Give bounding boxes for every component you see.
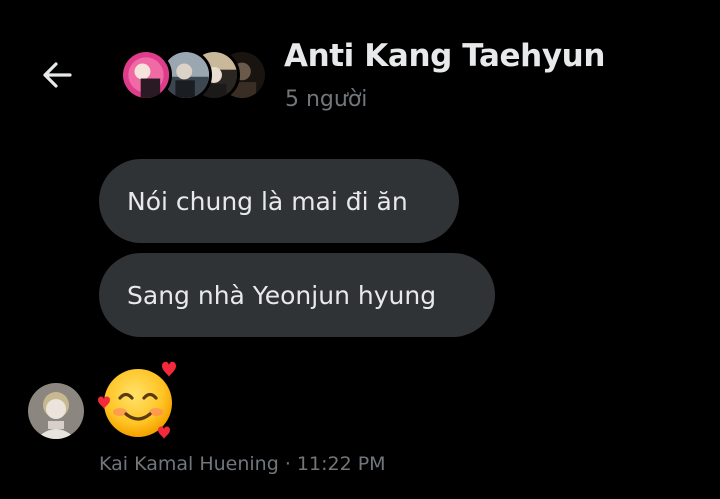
sender-name[interactable]: Kai Kamal Huening [99,453,279,475]
member-avatar [120,49,172,101]
smiling-face-with-hearts-icon [98,361,176,439]
sender-avatar[interactable] [28,383,84,439]
conversation-title[interactable]: Anti Kang Taehyun [284,38,605,74]
group-avatars[interactable] [120,48,268,102]
arrow-left-icon [43,62,72,88]
member-count[interactable]: 5 người [285,87,367,112]
message-text: Nói chung là mai đi ăn [127,186,408,216]
dm-conversation-screen: Anti Kang Taehyun 5 người Nói chung là m… [0,0,720,499]
smiling-face-with-hearts-emoji-message[interactable] [96,360,180,442]
meta-separator: · [284,453,291,475]
message-bubble[interactable]: Nói chung là mai đi ăn [99,159,459,243]
back-button[interactable] [34,55,78,95]
message-text: Sang nhà Yeonjun hyung [127,280,437,310]
message-time: 11:22 PM [296,453,386,475]
message-meta: Kai Kamal Huening · 11:22 PM [99,453,386,475]
message-bubble[interactable]: Sang nhà Yeonjun hyung [99,253,495,337]
